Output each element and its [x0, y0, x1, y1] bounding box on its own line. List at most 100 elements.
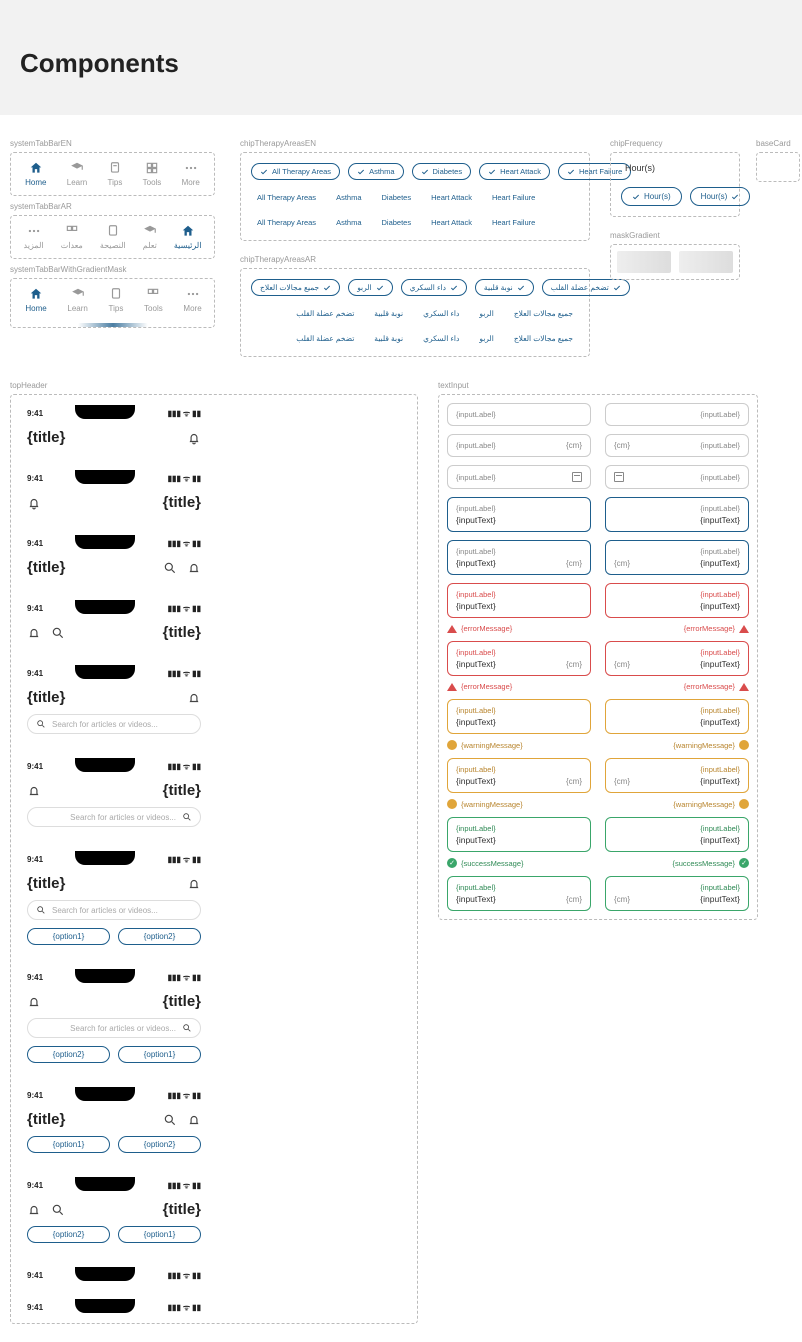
chip-plain[interactable]: Heart Attack — [425, 190, 478, 205]
text-input-rtl[interactable]: {inputLabel}{cm} — [605, 434, 749, 457]
bell-icon[interactable] — [27, 784, 41, 798]
chip-plain[interactable]: الربو — [473, 306, 499, 321]
search-icon[interactable] — [51, 626, 65, 640]
tab-tips[interactable]: Tips — [109, 287, 124, 313]
chip[interactable]: Diabetes — [412, 163, 472, 180]
chip-plain[interactable]: All Therapy Areas — [251, 215, 322, 230]
text-input-success[interactable]: {inputLabel}{inputText}{cm} — [447, 876, 591, 911]
tab-more[interactable]: More — [182, 161, 200, 187]
tab-tips[interactable]: Tips — [108, 161, 123, 187]
text-input[interactable]: {inputLabel}{cm} — [447, 434, 591, 457]
segment-option[interactable]: {option2} — [27, 1046, 110, 1063]
search-icon[interactable] — [51, 1203, 65, 1217]
search-input[interactable]: Search for articles or videos... — [27, 714, 201, 734]
chip-plain[interactable]: نوبة قلبية — [368, 306, 409, 321]
tab-tools[interactable]: Tools — [144, 287, 163, 313]
tab-learn[interactable]: Learn — [67, 161, 87, 187]
text-input-warning[interactable]: {inputLabel}{inputText} — [447, 699, 591, 734]
chip-plain[interactable]: تضخم عضلة القلب — [290, 331, 360, 346]
search-icon[interactable] — [163, 1113, 177, 1127]
bell-icon[interactable] — [27, 995, 41, 1009]
segment-option[interactable]: {option2} — [27, 1226, 110, 1243]
chip-plain[interactable]: Heart Failure — [486, 190, 541, 205]
learn-icon — [70, 161, 84, 175]
text-input-focus-rtl[interactable]: {inputLabel}{inputText}{cm} — [605, 540, 749, 575]
chip-plain[interactable]: جميع مجالات العلاج — [508, 331, 579, 346]
check-icon — [488, 168, 496, 176]
text-input-error-rtl[interactable]: {inputLabel}{inputText} — [605, 583, 749, 618]
bell-icon[interactable] — [187, 431, 201, 445]
tab-tips-ar[interactable]: النصيحة — [100, 224, 126, 250]
text-input-focus-rtl[interactable]: {inputLabel}{inputText} — [605, 497, 749, 532]
segment-option[interactable]: {option1} — [118, 1226, 201, 1243]
chip-plain[interactable]: Diabetes — [376, 215, 418, 230]
tab-more-ar[interactable]: المزيد — [24, 224, 44, 250]
bell-icon[interactable] — [27, 496, 41, 510]
segment-option[interactable]: {option1} — [27, 1136, 110, 1153]
chip-plain[interactable]: داء السكري — [417, 331, 465, 346]
segment-option[interactable]: {option2} — [118, 928, 201, 945]
chip-plain[interactable]: All Therapy Areas — [251, 190, 322, 205]
tab-tools[interactable]: Tools — [143, 161, 162, 187]
chip-plain[interactable]: جميع مجالات العلاج — [508, 306, 579, 321]
bell-icon[interactable] — [187, 1113, 201, 1127]
section-label: maskGradient — [610, 231, 800, 240]
search-input[interactable]: Search for articles or videos... — [27, 900, 201, 920]
calendar-icon — [572, 472, 582, 482]
chip[interactable]: All Therapy Areas — [251, 163, 340, 180]
text-input[interactable]: {inputLabel} — [447, 403, 591, 426]
text-input-rtl[interactable]: {inputLabel} — [605, 465, 749, 489]
tab-home[interactable]: Home — [25, 287, 46, 313]
chip-plain[interactable]: تضخم عضلة القلب — [290, 306, 360, 321]
bell-icon[interactable] — [27, 626, 41, 640]
chip-plain[interactable]: Diabetes — [376, 190, 418, 205]
text-input-error[interactable]: {inputLabel}{inputText} — [447, 583, 591, 618]
bell-icon[interactable] — [27, 1203, 41, 1217]
chip-plain[interactable]: Asthma — [330, 215, 367, 230]
freq-chip[interactable]: Hour(s) — [621, 187, 682, 206]
chip[interactable]: نوبة قلبية — [475, 279, 534, 296]
chip[interactable]: داء السكري — [401, 279, 467, 296]
bell-icon[interactable] — [187, 691, 201, 705]
text-input-warning[interactable]: {inputLabel}{inputText}{cm} — [447, 758, 591, 793]
tab-home[interactable]: Home — [25, 161, 46, 187]
chip[interactable]: جميع مجالات العلاج — [251, 279, 340, 296]
chip-plain[interactable]: داء السكري — [417, 306, 465, 321]
search-input[interactable]: Search for articles or videos... — [27, 807, 201, 827]
tab-learn[interactable]: Learn — [67, 287, 87, 313]
freq-chip[interactable]: Hour(s) — [690, 187, 751, 206]
header-variant-rtl: 9:41▮▮▮ᯤ▮▮ {title} {option2} {option1} — [19, 1175, 209, 1251]
text-input-focus[interactable]: {inputLabel}{inputText} — [447, 497, 591, 532]
text-input-success-rtl[interactable]: {inputLabel}{inputText} — [605, 817, 749, 852]
segment-option[interactable]: {option1} — [27, 928, 110, 945]
tab-more[interactable]: More — [183, 287, 201, 313]
segment-option[interactable]: {option1} — [118, 1046, 201, 1063]
chip-plain[interactable]: Heart Attack — [425, 215, 478, 230]
bell-icon[interactable] — [187, 877, 201, 891]
search-icon[interactable] — [163, 561, 177, 575]
tab-home-ar[interactable]: الرئيسية — [174, 224, 202, 250]
chip-plain[interactable]: نوبة قلبية — [368, 331, 409, 346]
text-input-focus[interactable]: {inputLabel}{inputText}{cm} — [447, 540, 591, 575]
segment-option[interactable]: {option2} — [118, 1136, 201, 1153]
text-input-warning-rtl[interactable]: {inputLabel}{inputText} — [605, 699, 749, 734]
chip[interactable]: الربو — [348, 279, 392, 296]
text-input-error[interactable]: {inputLabel}{inputText}{cm} — [447, 641, 591, 676]
text-input-success[interactable]: {inputLabel}{inputText} — [447, 817, 591, 852]
chip[interactable]: تضخم عضلة القلب — [542, 279, 630, 296]
text-input-success-rtl[interactable]: {inputLabel}{inputText}{cm} — [605, 876, 749, 911]
chip-plain[interactable]: Asthma — [330, 190, 367, 205]
tab-tools-ar[interactable]: معدات — [61, 224, 83, 250]
chip-plain[interactable]: الربو — [473, 331, 499, 346]
tab-learn-ar[interactable]: تعلم — [143, 224, 157, 250]
chip[interactable]: Heart Attack — [479, 163, 550, 180]
chip[interactable]: Asthma — [348, 163, 403, 180]
text-input-error-rtl[interactable]: {inputLabel}{inputText}{cm} — [605, 641, 749, 676]
bell-icon[interactable] — [187, 561, 201, 575]
search-input[interactable]: Search for articles or videos... — [27, 1018, 201, 1038]
chip-plain[interactable]: Heart Failure — [486, 215, 541, 230]
text-input-rtl[interactable]: {inputLabel} — [605, 403, 749, 426]
text-input[interactable]: {inputLabel} — [447, 465, 591, 489]
warning-message: {warningMessage} — [447, 740, 591, 750]
text-input-warning-rtl[interactable]: {inputLabel}{inputText}{cm} — [605, 758, 749, 793]
